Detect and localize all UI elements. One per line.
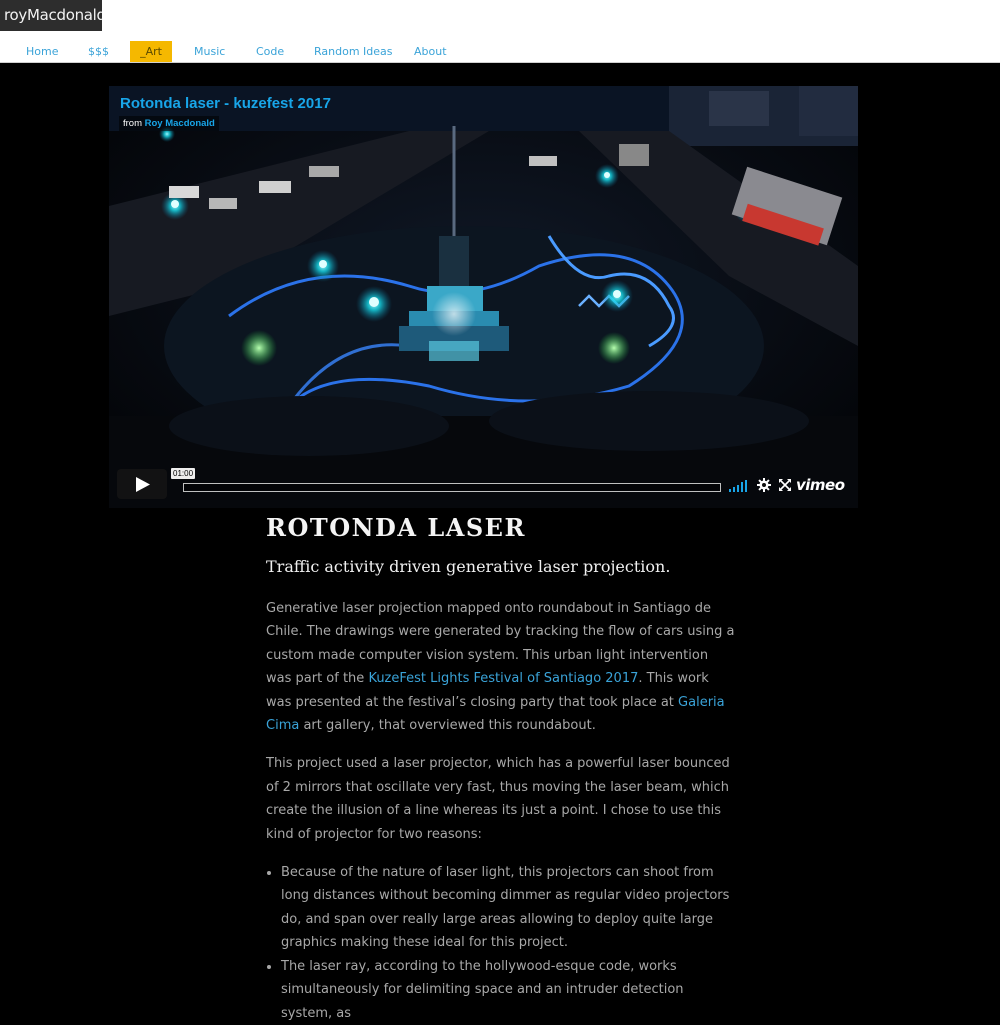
list-item: Because of the nature of laser light, th…	[281, 861, 736, 955]
site-logo[interactable]: royMacdonald	[0, 0, 102, 31]
timecode-badge: 01:00	[171, 468, 196, 479]
article-title: ROTONDA LASER	[266, 513, 526, 542]
article-paragraph-1: Generative laser projection mapped onto …	[266, 597, 736, 737]
paragraph-text: art gallery, that overviewed this rounda…	[299, 718, 596, 734]
video-title[interactable]: Rotonda laser - kuzefest 2017	[120, 95, 331, 112]
nav-random-ideas[interactable]: Random Ideas	[314, 41, 393, 62]
nav-code[interactable]: Code	[256, 41, 284, 62]
volume-icon[interactable]	[729, 480, 747, 492]
nav-about[interactable]: About	[414, 41, 447, 62]
main-nav: Home $$$ _Art Music Code Random Ideas Ab…	[0, 41, 1000, 62]
reasons-list: Because of the nature of laser light, th…	[266, 861, 736, 1025]
nav-art[interactable]: _Art	[130, 41, 172, 62]
video-byline: from Roy Macdonald	[119, 116, 219, 131]
play-button[interactable]	[117, 469, 167, 499]
nav-music[interactable]: Music	[194, 41, 225, 62]
gear-icon[interactable]	[757, 478, 771, 492]
video-frame	[109, 86, 858, 508]
list-item: The laser ray, according to the hollywoo…	[281, 955, 736, 1025]
play-icon	[136, 477, 150, 492]
fullscreen-icon[interactable]	[779, 479, 791, 491]
video-author-link[interactable]: Roy Macdonald	[145, 118, 215, 129]
video-controls: 01:00 vimeo	[109, 468, 858, 508]
progress-bar[interactable]	[183, 483, 721, 492]
byline-prefix: from	[123, 118, 142, 129]
nav-money[interactable]: $$$	[88, 41, 109, 62]
site-header: royMacdonald Home $$$ _Art Music Code Ra…	[0, 0, 1000, 63]
article: ROTONDA LASER Traffic activity driven ge…	[266, 512, 736, 1025]
vimeo-logo[interactable]: vimeo	[796, 476, 845, 494]
kuzefest-link[interactable]: KuzeFest Lights Festival of Santiago 201…	[368, 671, 638, 686]
video-player[interactable]: Rotonda laser - kuzefest 2017 from Roy M…	[109, 86, 858, 508]
nav-home[interactable]: Home	[26, 41, 58, 62]
article-paragraph-2: This project used a laser projector, whi…	[266, 756, 730, 842]
article-subtitle: Traffic activity driven generative laser…	[266, 557, 671, 576]
